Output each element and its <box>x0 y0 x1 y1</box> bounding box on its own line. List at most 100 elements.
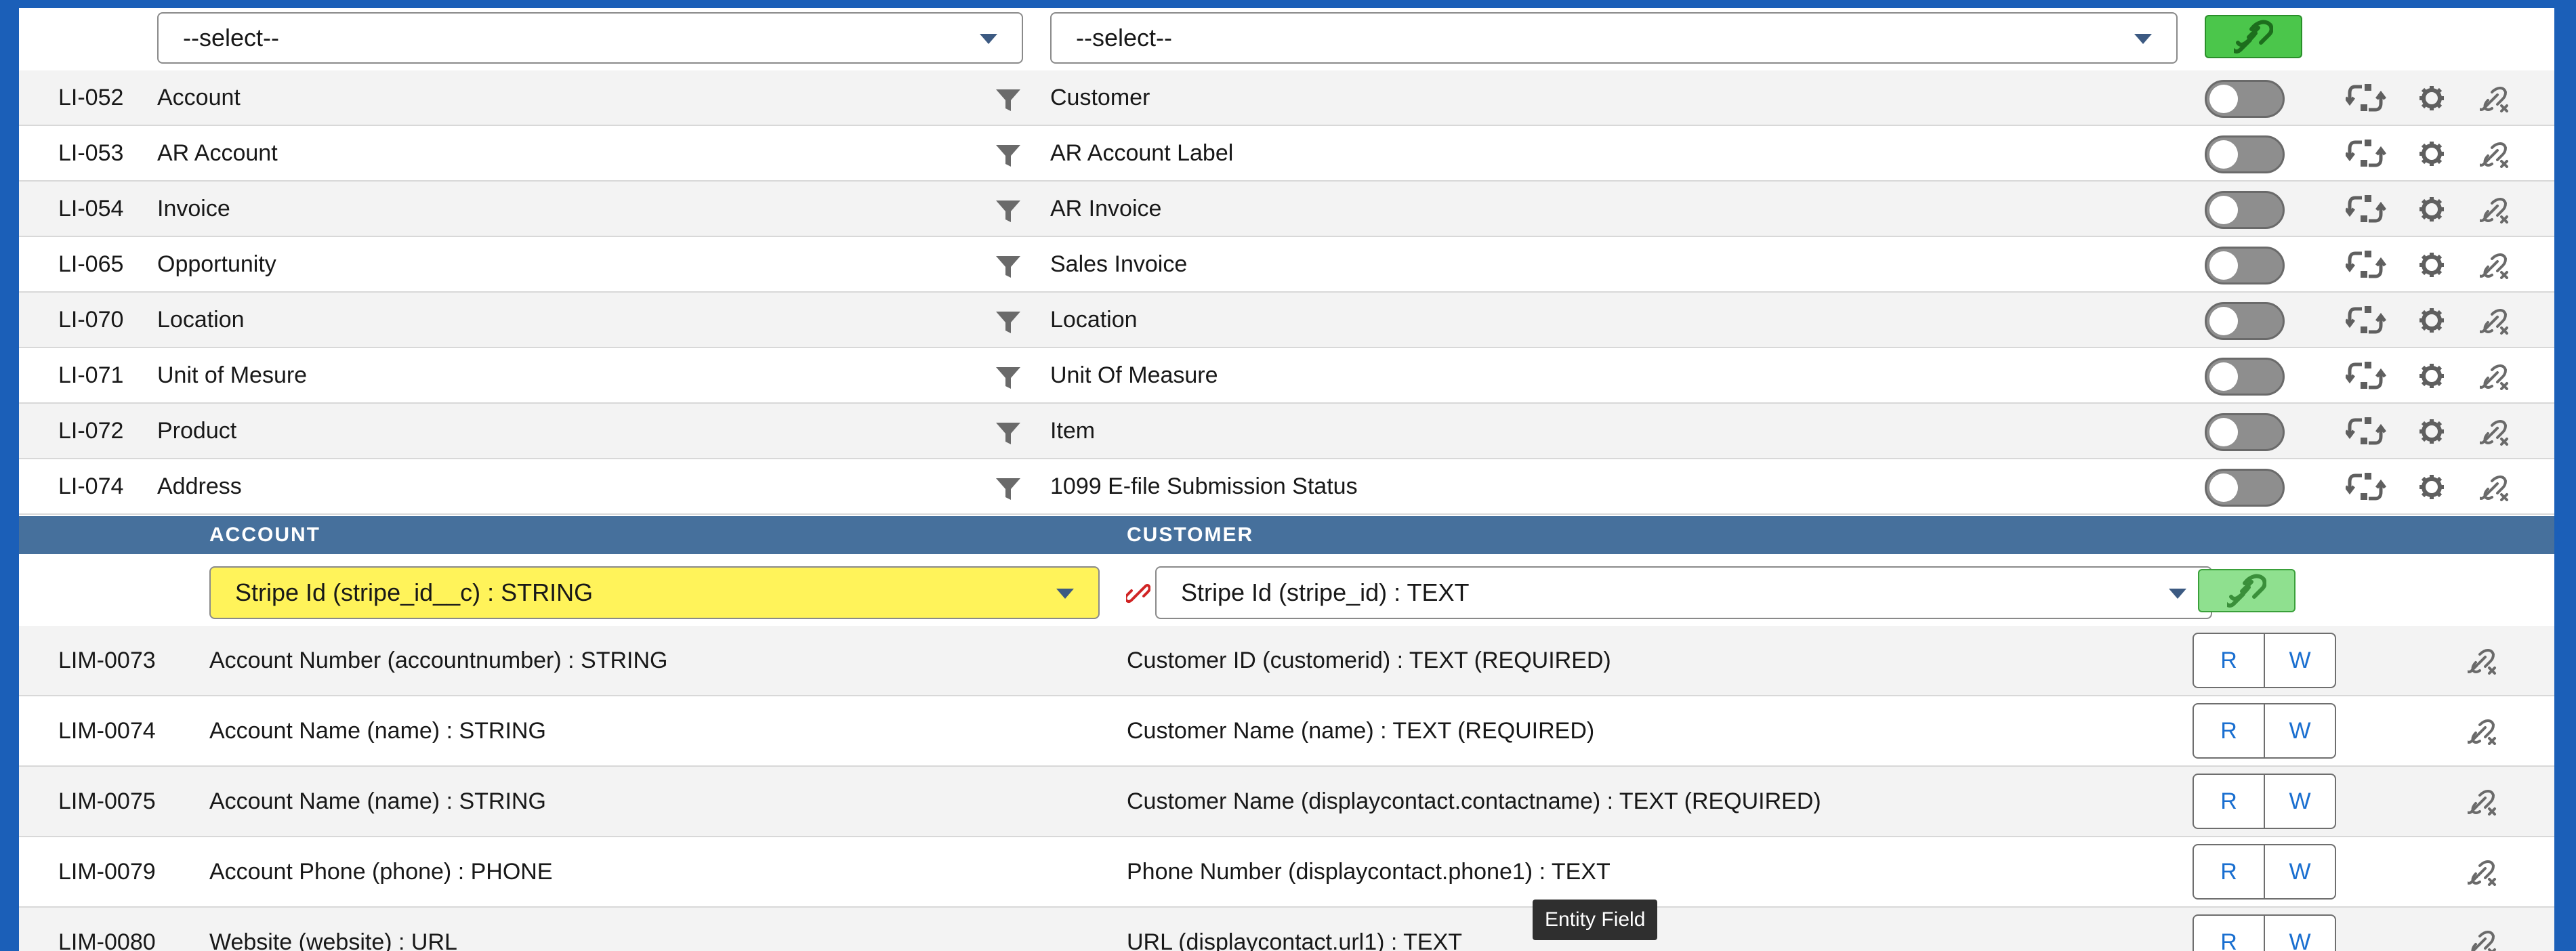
sync-arrows-icon[interactable] <box>2346 359 2386 393</box>
write-button[interactable]: W <box>2264 775 2335 828</box>
source-object-select[interactable]: --select-- <box>157 12 1023 64</box>
add-object-mapping-button[interactable] <box>2205 15 2302 58</box>
sync-arrows-icon[interactable] <box>2346 81 2386 115</box>
mapping-active-toggle[interactable] <box>2205 358 2285 396</box>
mapping-target-object: AR Invoice <box>1050 196 1162 221</box>
mapping-active-toggle[interactable] <box>2205 247 2285 284</box>
mapping-target-object: Location <box>1050 307 1138 333</box>
unlink-icon[interactable] <box>2480 252 2510 279</box>
object-mapping-row: LI-053 AR Account AR Account Label <box>19 126 2554 182</box>
target-object-select[interactable]: --select-- <box>1050 12 2178 64</box>
source-field: Account Number (accountnumber) : STRING <box>209 648 668 673</box>
sync-arrows-icon[interactable] <box>2346 415 2386 448</box>
unlink-icon[interactable] <box>2480 474 2510 501</box>
toggle-knob <box>2209 85 2238 113</box>
gear-icon[interactable] <box>2419 85 2445 111</box>
source-field-select-value: Stripe Id (stripe_id__c) : STRING <box>235 578 594 606</box>
filter-icon[interactable] <box>996 312 1020 335</box>
unlink-icon[interactable] <box>2480 85 2510 112</box>
mapping-source-object: Invoice <box>157 196 230 221</box>
source-field-select[interactable]: Stripe Id (stripe_id__c) : STRING <box>209 566 1100 619</box>
unlink-icon[interactable] <box>2480 141 2510 168</box>
mapping-target-object: Sales Invoice <box>1050 251 1188 277</box>
sync-arrows-icon[interactable] <box>2346 137 2386 171</box>
filter-icon[interactable] <box>996 256 1020 279</box>
unlink-icon[interactable] <box>2480 196 2510 224</box>
sync-arrows-icon[interactable] <box>2346 303 2386 337</box>
unlink-icon[interactable] <box>2468 718 2497 745</box>
mapping-active-toggle[interactable] <box>2205 191 2285 229</box>
toggle-knob <box>2209 362 2238 391</box>
gear-icon[interactable] <box>2419 419 2445 444</box>
filter-icon[interactable] <box>996 367 1020 390</box>
field-mapping-id: LIM-0080 <box>58 929 156 951</box>
mapping-id: LI-054 <box>58 196 124 221</box>
object-mapping-row: LI-071 Unit of Mesure Unit Of Measure <box>19 348 2554 404</box>
source-field: Account Phone (phone) : PHONE <box>209 859 553 885</box>
gear-icon[interactable] <box>2419 308 2445 333</box>
mapping-source-object: AR Account <box>157 140 278 166</box>
filter-icon[interactable] <box>996 145 1020 168</box>
field-mapping-id: LIM-0079 <box>58 859 156 885</box>
field-mapping-id: LIM-0073 <box>58 648 156 673</box>
filter-icon[interactable] <box>996 200 1020 224</box>
mapping-active-toggle[interactable] <box>2205 469 2285 507</box>
read-button[interactable]: R <box>2194 845 2264 898</box>
link-icon <box>2227 574 2266 608</box>
mapping-active-toggle[interactable] <box>2205 80 2285 118</box>
unlink-icon[interactable] <box>2480 308 2510 335</box>
unlink-icon[interactable] <box>2480 419 2510 446</box>
gear-icon[interactable] <box>2419 363 2445 389</box>
target-field: Customer ID (customerid) : TEXT (REQUIRE… <box>1127 648 1611 673</box>
mapping-active-toggle[interactable] <box>2205 135 2285 173</box>
target-field-select[interactable]: Stripe Id (stripe_id) : TEXT <box>1155 566 2212 619</box>
unlink-icon[interactable] <box>2480 363 2510 390</box>
mapping-id: LI-071 <box>58 362 124 388</box>
mapping-source-object: Product <box>157 418 237 444</box>
target-field: Customer Name (displaycontact.contactnam… <box>1127 788 1821 814</box>
filter-icon[interactable] <box>996 423 1020 446</box>
object-mapping-row: LI-054 Invoice AR Invoice <box>19 182 2554 237</box>
gear-icon[interactable] <box>2419 474 2445 500</box>
read-button[interactable]: R <box>2194 704 2264 757</box>
gear-icon[interactable] <box>2419 252 2445 278</box>
toggle-knob <box>2209 418 2238 446</box>
link-icon <box>2234 20 2273 54</box>
mapping-id: LI-070 <box>58 307 124 333</box>
read-button[interactable]: R <box>2194 775 2264 828</box>
sync-arrows-icon[interactable] <box>2346 248 2386 282</box>
write-button[interactable]: W <box>2264 916 2335 951</box>
mapping-active-toggle[interactable] <box>2205 413 2285 451</box>
read-write-toggle: R W <box>2193 633 2336 688</box>
object-mapping-row: LI-072 Product Item <box>19 404 2554 459</box>
sync-arrows-icon[interactable] <box>2346 470 2386 504</box>
write-button[interactable]: W <box>2264 634 2335 687</box>
chevron-down-icon <box>2169 589 2186 599</box>
read-button[interactable]: R <box>2194 916 2264 951</box>
add-field-mapping-button[interactable] <box>2198 569 2295 612</box>
write-button[interactable]: W <box>2264 704 2335 757</box>
gear-icon[interactable] <box>2419 196 2445 222</box>
gear-icon[interactable] <box>2419 141 2445 167</box>
object-mapping-row: LI-074 Address 1099 E-file Submission St… <box>19 459 2554 515</box>
tooltip: Entity Field <box>1533 900 1658 940</box>
mapping-id: LI-065 <box>58 251 124 277</box>
sync-arrows-icon[interactable] <box>2346 192 2386 226</box>
target-field-select-value: Stripe Id (stripe_id) : TEXT <box>1181 578 1470 606</box>
field-mapping-row: LIM-0075 Account Name (name) : STRING Cu… <box>19 767 2554 837</box>
read-button[interactable]: R <box>2194 634 2264 687</box>
unlink-icon[interactable] <box>2468 859 2497 886</box>
unlink-icon[interactable] <box>2468 648 2497 675</box>
mapping-active-toggle[interactable] <box>2205 302 2285 340</box>
mapping-target-object: Customer <box>1050 85 1150 110</box>
unlink-icon[interactable] <box>2468 929 2497 951</box>
unlink-icon[interactable] <box>2468 788 2497 816</box>
filter-icon[interactable] <box>996 89 1020 112</box>
mapping-id: LI-053 <box>58 140 124 166</box>
window-frame: --select-- --select-- LI-052 Account Cus… <box>0 0 2576 951</box>
mapping-panel: --select-- --select-- LI-052 Account Cus… <box>19 8 2554 951</box>
filter-icon[interactable] <box>996 478 1020 501</box>
mapping-id: LI-072 <box>58 418 124 444</box>
field-mapping-row: LIM-0074 Account Name (name) : STRING Cu… <box>19 696 2554 767</box>
write-button[interactable]: W <box>2264 845 2335 898</box>
